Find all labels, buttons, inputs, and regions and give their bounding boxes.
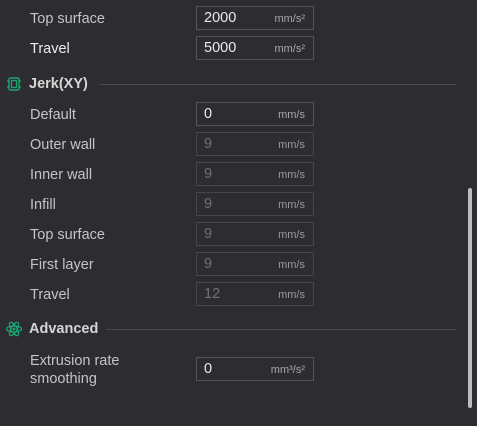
setting-row-jerk-first-layer: First layer 9 mm/s: [0, 250, 460, 280]
input-value: 0: [204, 106, 213, 122]
setting-label: Travel: [30, 287, 70, 303]
section-header-jerk: Jerk(XY): [0, 72, 460, 96]
input-value: 0: [204, 361, 213, 377]
setting-row-top-surface-accel: Top surface 2000 mm/s²: [0, 4, 460, 34]
jerk-first-layer-input[interactable]: 9 mm/s: [196, 252, 314, 276]
setting-label: Extrusion rate smoothing: [30, 352, 119, 388]
setting-row-travel-accel: Travel 5000 mm/s²: [0, 34, 460, 64]
setting-label: Inner wall: [30, 167, 93, 183]
jerk-icon: [7, 77, 21, 91]
input-value: 9: [204, 256, 213, 272]
setting-label: Top surface: [30, 11, 105, 27]
setting-row-jerk-travel: Travel 12 mm/s: [0, 280, 460, 310]
setting-label-line2: smoothing: [30, 371, 97, 387]
section-title: Jerk(XY): [29, 76, 88, 92]
unit-label: mm/s²: [274, 43, 305, 55]
unit-label: mm/s: [278, 109, 305, 121]
unit-label: mm³/s²: [270, 364, 305, 376]
top-surface-accel-input[interactable]: 2000 mm/s²: [196, 6, 314, 30]
setting-label: Default: [30, 107, 76, 123]
unit-label: mm/s: [278, 259, 305, 271]
jerk-outer-wall-input[interactable]: 9 mm/s: [196, 132, 314, 156]
setting-label: Travel: [30, 41, 70, 57]
setting-label: Infill: [30, 197, 56, 213]
jerk-inner-wall-input[interactable]: 9 mm/s: [196, 162, 314, 186]
section-title: Advanced: [29, 321, 99, 337]
section-divider: [100, 84, 456, 85]
setting-label: Outer wall: [30, 137, 96, 153]
input-value: 5000: [204, 40, 237, 56]
unit-label: mm/s²: [274, 13, 305, 25]
setting-label: Top surface: [30, 227, 105, 243]
setting-row-jerk-infill: Infill 9 mm/s: [0, 190, 460, 220]
setting-row-jerk-inner-wall: Inner wall 9 mm/s: [0, 160, 460, 190]
input-value: 12: [204, 286, 221, 302]
extrusion-rate-smoothing-input[interactable]: 0 mm³/s²: [196, 357, 314, 381]
scrollbar[interactable]: [463, 0, 477, 426]
setting-row-jerk-top-surface: Top surface 9 mm/s: [0, 220, 460, 250]
unit-label: mm/s: [278, 199, 305, 211]
jerk-infill-input[interactable]: 9 mm/s: [196, 192, 314, 216]
setting-row-jerk-outer-wall: Outer wall 9 mm/s: [0, 130, 460, 160]
travel-accel-input[interactable]: 5000 mm/s²: [196, 36, 314, 60]
atom-icon: [5, 321, 23, 337]
scrollbar-thumb[interactable]: [468, 188, 472, 408]
setting-label: First layer: [30, 257, 94, 273]
unit-label: mm/s: [278, 289, 305, 301]
input-value: 9: [204, 136, 213, 152]
jerk-default-input[interactable]: 0 mm/s: [196, 102, 314, 126]
input-value: 2000: [204, 10, 237, 26]
section-divider: [106, 329, 456, 330]
setting-row-extrusion-rate-smoothing: Extrusion rate smoothing 0 mm³/s²: [0, 352, 460, 392]
input-value: 9: [204, 226, 213, 242]
input-value: 9: [204, 166, 213, 182]
section-header-advanced: Advanced: [0, 317, 460, 341]
settings-panel: Top surface 2000 mm/s² Travel 5000 mm/s²…: [0, 0, 477, 426]
unit-label: mm/s: [278, 139, 305, 151]
unit-label: mm/s: [278, 229, 305, 241]
input-value: 9: [204, 196, 213, 212]
jerk-travel-input[interactable]: 12 mm/s: [196, 282, 314, 306]
setting-row-jerk-default: Default 0 mm/s: [0, 100, 460, 130]
jerk-top-surface-input[interactable]: 9 mm/s: [196, 222, 314, 246]
setting-label-line1: Extrusion rate: [30, 353, 120, 369]
unit-label: mm/s: [278, 169, 305, 181]
